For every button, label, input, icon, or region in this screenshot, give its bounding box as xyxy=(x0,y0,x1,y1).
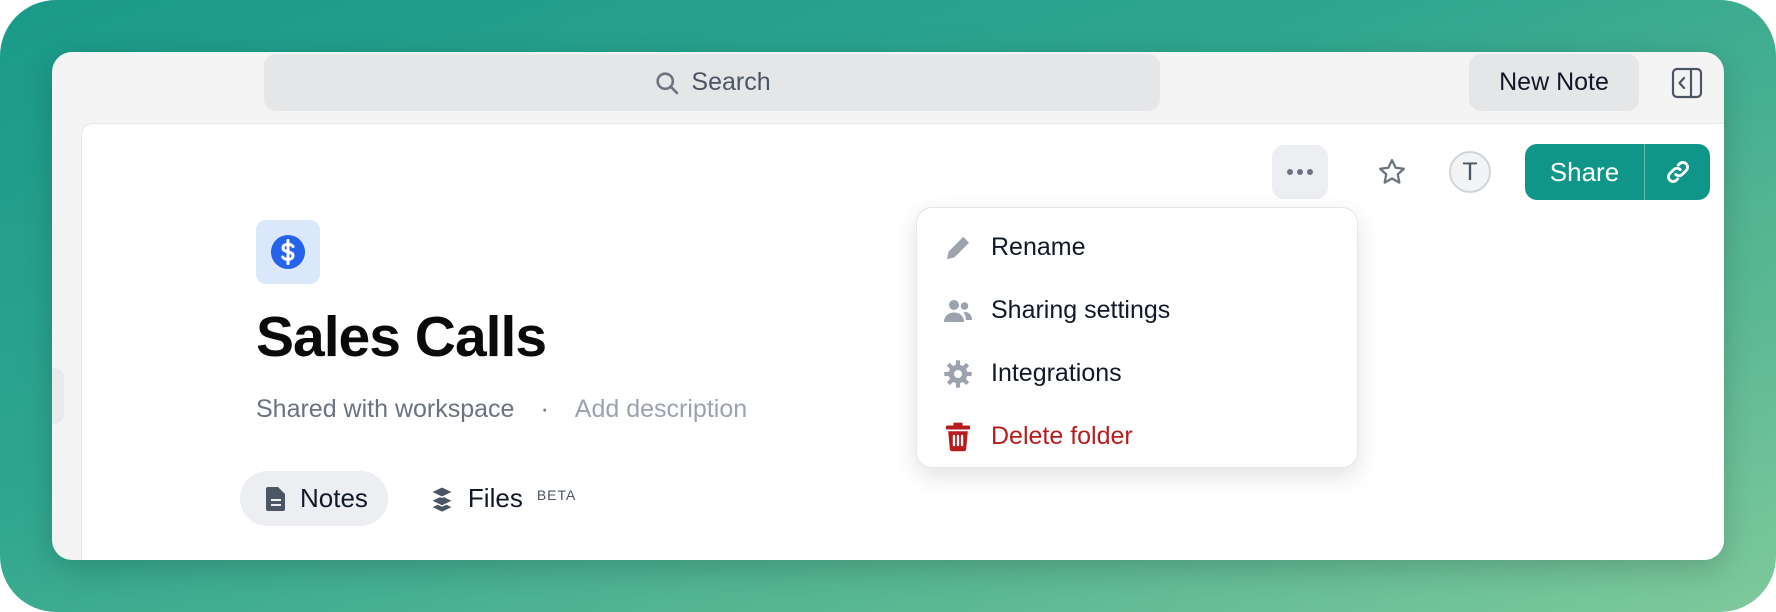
document-icon xyxy=(266,486,285,511)
avatar[interactable]: T xyxy=(1449,151,1491,193)
sidebar-edge-handle[interactable] xyxy=(52,368,64,424)
tab-label: Files xyxy=(467,483,523,513)
link-icon xyxy=(1666,161,1689,183)
share-button-group: Share xyxy=(1525,144,1710,200)
favorite-button[interactable] xyxy=(1372,152,1412,192)
share-button[interactable]: Share xyxy=(1525,144,1645,200)
menu-item-label: Integrations xyxy=(991,359,1122,387)
search-bar[interactable]: Search xyxy=(264,54,1160,111)
menu-item-delete-folder[interactable]: Delete folder xyxy=(917,405,1357,468)
meta-separator: · xyxy=(540,394,549,423)
sidebar-collapse-icon xyxy=(1671,67,1703,99)
tab-notes[interactable]: Notes xyxy=(240,471,388,526)
menu-item-sharing-settings[interactable]: Sharing settings xyxy=(917,279,1357,342)
sharing-status[interactable]: Shared with workspace xyxy=(256,395,514,424)
beta-badge: BETA xyxy=(536,487,577,503)
menu-item-label: Delete folder xyxy=(991,422,1133,450)
menu-item-rename[interactable]: Rename xyxy=(917,216,1357,279)
menu-item-label: Rename xyxy=(991,233,1086,261)
add-description-field[interactable]: Add description xyxy=(575,395,747,424)
search-icon xyxy=(656,71,679,94)
tab-files[interactable]: Files BETA xyxy=(404,471,596,526)
trash-icon xyxy=(943,422,973,452)
layers-icon xyxy=(430,485,454,513)
sidebar-toggle-button[interactable] xyxy=(1670,66,1704,100)
tab-label: Notes xyxy=(300,483,368,513)
users-icon xyxy=(943,296,973,326)
dollar-icon xyxy=(271,235,305,269)
more-options-button[interactable] xyxy=(1272,145,1328,199)
page-title[interactable]: Sales Calls xyxy=(256,304,547,370)
star-icon xyxy=(1379,159,1405,184)
menu-item-label: Sharing settings xyxy=(991,296,1171,324)
folder-options-menu: Rename Sharing settings Integrations Del… xyxy=(916,207,1358,468)
ellipsis-icon xyxy=(1287,169,1313,175)
folder-meta: Shared with workspace · Add description xyxy=(256,392,747,426)
new-note-button[interactable]: New Note xyxy=(1469,54,1639,111)
search-label: Search xyxy=(691,68,771,96)
folder-icon-tile[interactable] xyxy=(256,220,320,284)
copy-link-button[interactable] xyxy=(1645,144,1710,200)
folder-tabs: Notes Files BETA xyxy=(240,471,596,526)
pencil-icon xyxy=(943,233,973,263)
menu-item-integrations[interactable]: Integrations xyxy=(917,342,1357,405)
gear-icon xyxy=(943,359,973,389)
